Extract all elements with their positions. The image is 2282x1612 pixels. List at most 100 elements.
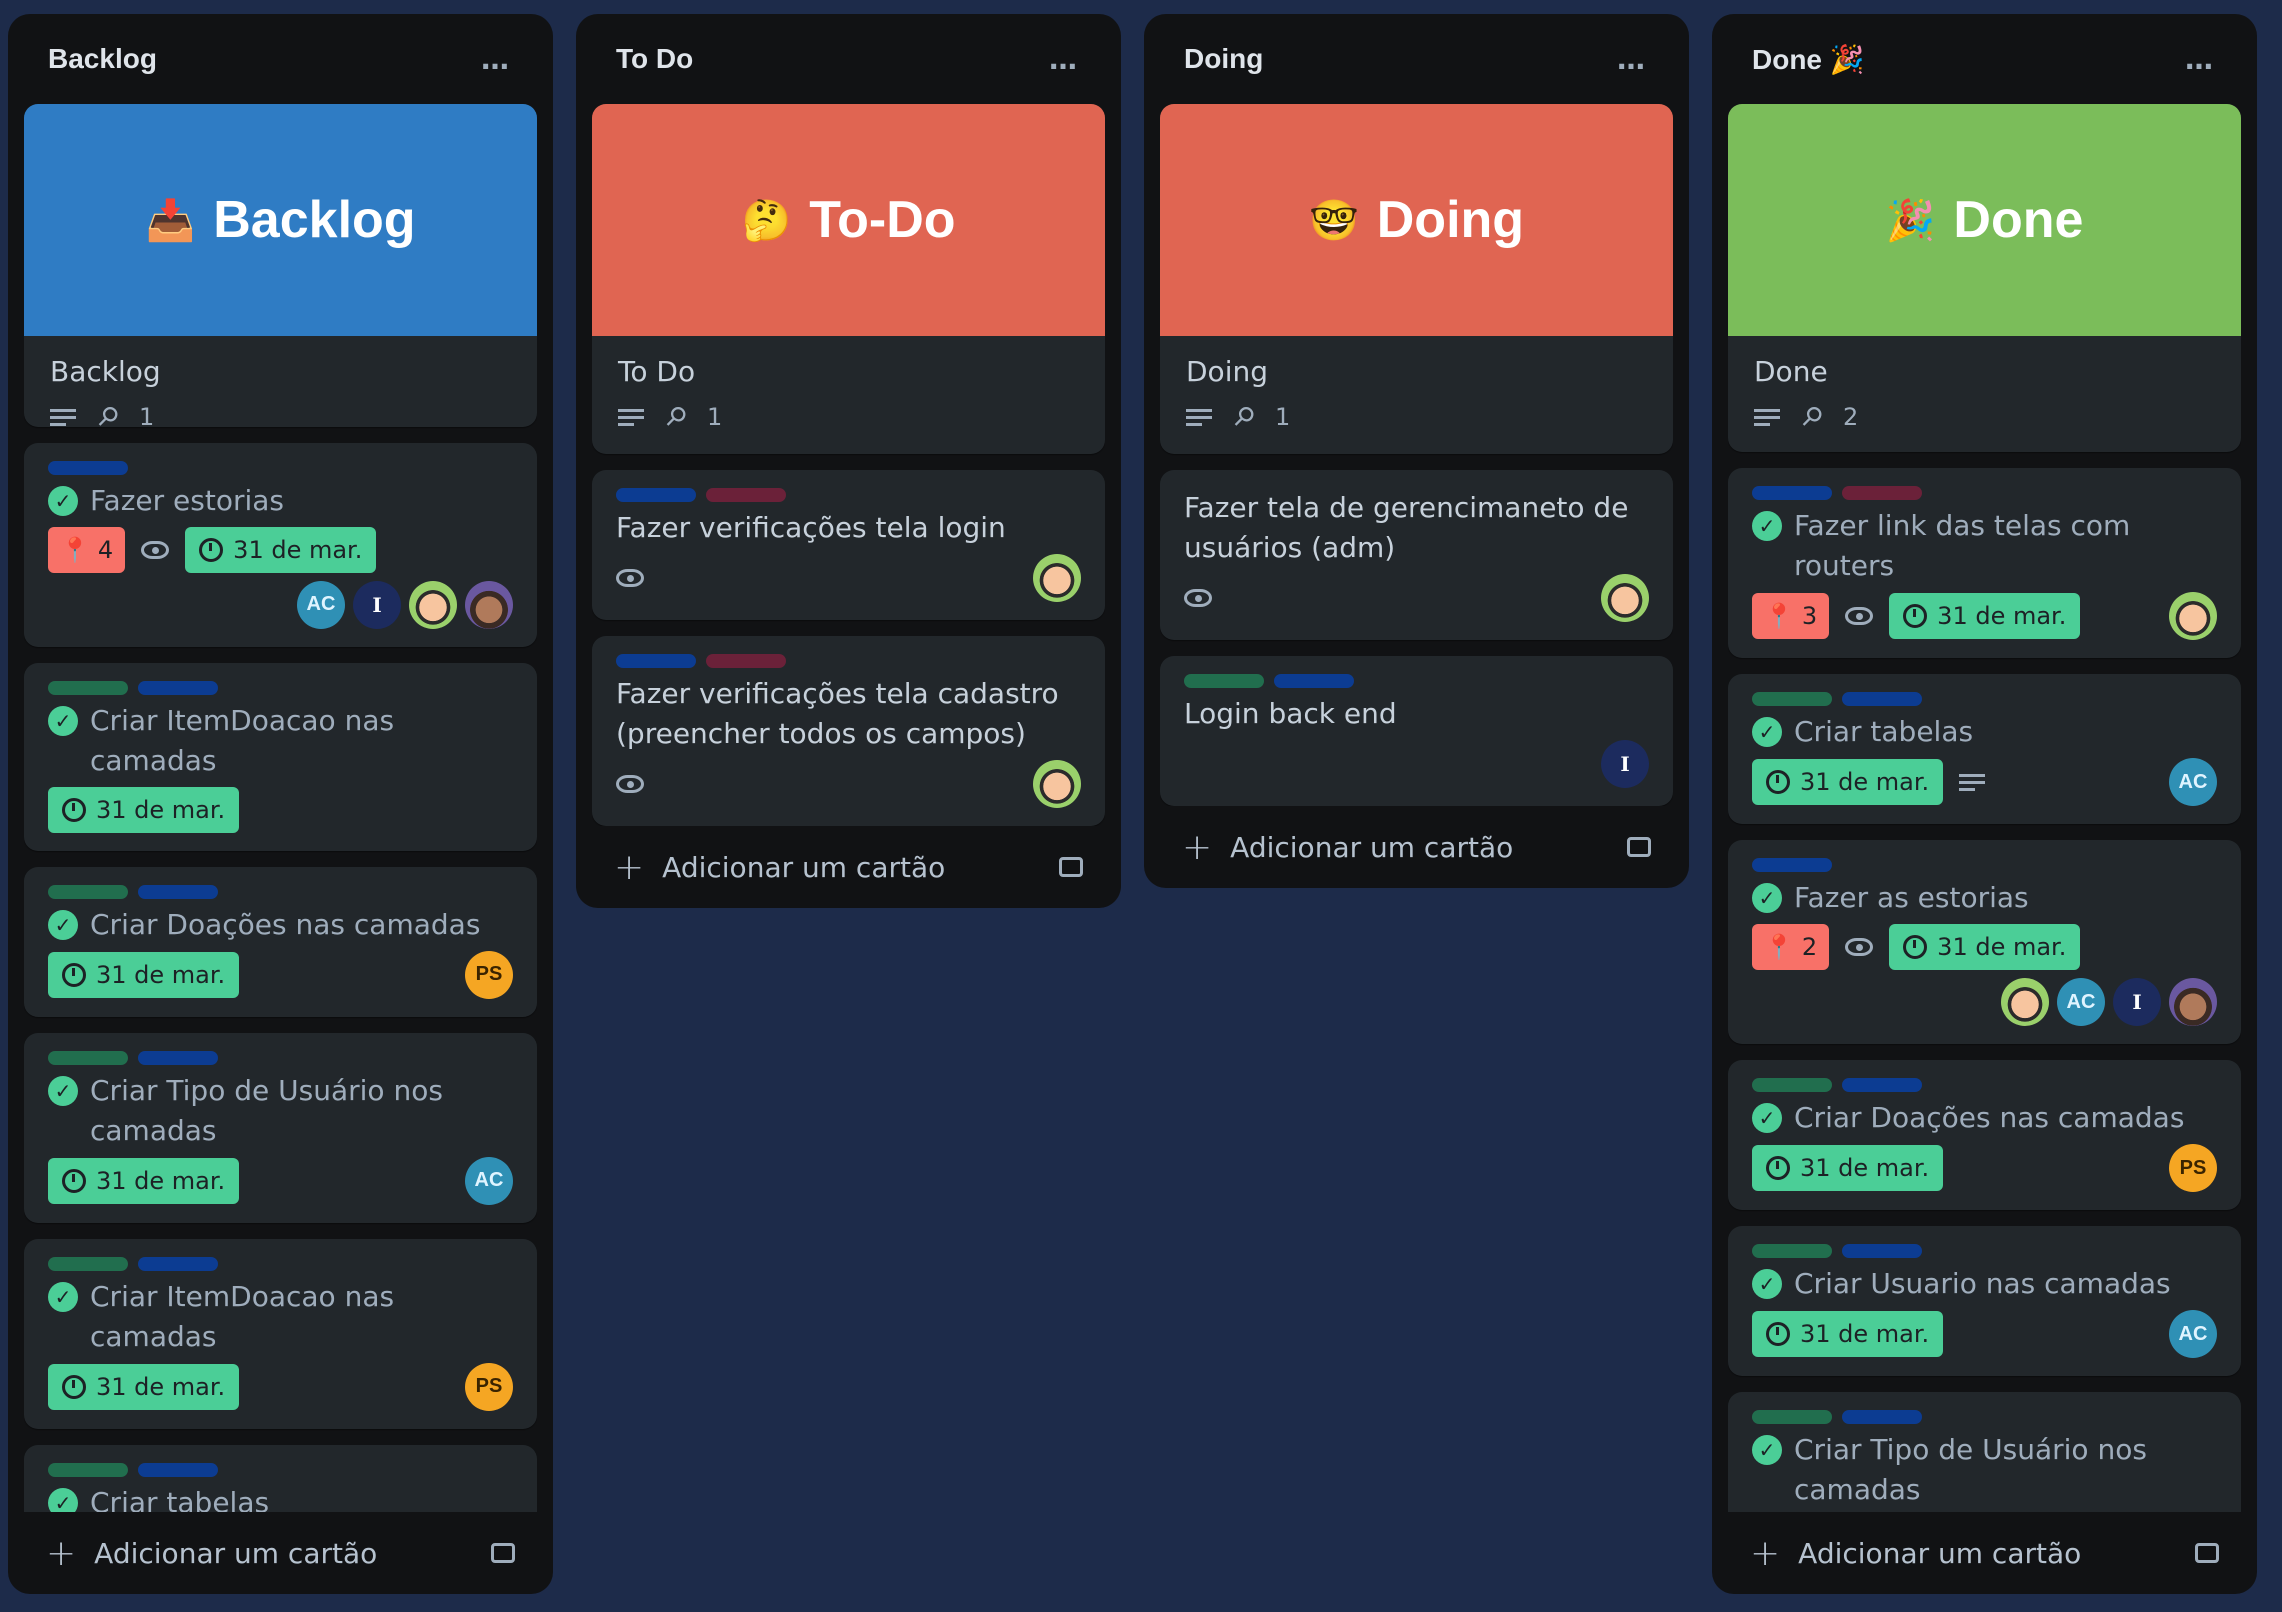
avatar[interactable]: I — [2113, 978, 2161, 1027]
avatar[interactable] — [2169, 978, 2217, 1027]
label-blue[interactable] — [1842, 1244, 1922, 1259]
label-blue[interactable] — [616, 488, 696, 502]
label-blue[interactable] — [1752, 486, 1832, 501]
due-date-badge[interactable]: 31 de mar. — [1889, 593, 2081, 640]
label-blue[interactable] — [1842, 692, 1922, 707]
label-blue[interactable] — [138, 1256, 218, 1271]
list-item[interactable]: Login back end I — [1160, 656, 1673, 806]
cover-card[interactable]: 🎉 Done Done ⚲ 2 — [1728, 104, 2241, 453]
due-date-badge[interactable]: 31 de mar. — [48, 786, 240, 833]
add-card-button[interactable]: + Adicionar um cartão — [24, 1512, 537, 1594]
label-green[interactable] — [48, 1050, 128, 1065]
avatar[interactable] — [465, 580, 513, 629]
list-item[interactable]: Fazer verificações tela login — [592, 470, 1105, 620]
cover-card[interactable]: 🤓 Doing Doing ⚲ 1 — [1160, 104, 1673, 454]
card-template-icon[interactable] — [1059, 857, 1083, 877]
check-complete-icon[interactable]: ✓ — [1752, 883, 1782, 914]
list-item[interactable]: ✓ Criar tabelas — [24, 1444, 537, 1512]
card-template-icon[interactable] — [2195, 1543, 2219, 1563]
cover-card[interactable]: 📥 Backlog Backlog ⚲ 1 — [24, 104, 537, 427]
check-complete-icon[interactable]: ✓ — [48, 909, 78, 940]
list-menu-icon[interactable]: … — [2185, 43, 2215, 76]
list-title[interactable]: Done 🎉 — [1752, 43, 1865, 76]
check-complete-icon[interactable]: ✓ — [48, 1075, 78, 1106]
list-menu-icon[interactable]: … — [1617, 43, 1647, 76]
avatar[interactable]: AC — [465, 1156, 513, 1205]
label-blue[interactable] — [1752, 858, 1832, 873]
list-title[interactable]: To Do — [616, 43, 693, 75]
list-item[interactable]: ✓ Criar ItemDoacao nas camadas 31 de mar… — [24, 662, 537, 851]
list-item[interactable]: ✓ Fazer as estorias 📍 2 31 de mar. AC I — [1728, 840, 2241, 1045]
avatar[interactable] — [2169, 592, 2217, 641]
list-item[interactable]: Fazer verificações tela cadastro (preenc… — [592, 636, 1105, 826]
list-title[interactable]: Doing — [1184, 43, 1263, 75]
list-item[interactable]: ✓ Criar ItemDoacao nas camadas 31 de mar… — [24, 1238, 537, 1429]
avatar[interactable] — [2001, 978, 2049, 1027]
avatar[interactable] — [1033, 760, 1081, 808]
label-blue[interactable] — [138, 884, 218, 899]
list-item[interactable]: ✓ Criar Doações nas camadas 31 de mar. P… — [24, 866, 537, 1017]
avatar[interactable]: I — [353, 580, 401, 629]
add-card-button[interactable]: + Adicionar um cartão — [1160, 806, 1673, 888]
label-blue[interactable] — [1842, 1410, 1922, 1425]
list-item[interactable]: ✓ Criar Tipo de Usuário nos camadas 31 d… — [24, 1032, 537, 1223]
label-blue[interactable] — [138, 1462, 218, 1477]
list-title[interactable]: Backlog — [48, 43, 157, 75]
due-date-badge[interactable]: 31 de mar. — [48, 1363, 240, 1410]
avatar[interactable]: AC — [2169, 758, 2217, 807]
check-complete-icon[interactable]: ✓ — [1752, 1435, 1782, 1466]
check-complete-icon[interactable]: ✓ — [48, 485, 78, 516]
due-date-badge[interactable]: 31 de mar. — [48, 951, 240, 998]
list-menu-icon[interactable]: … — [481, 43, 511, 76]
label-blue[interactable] — [138, 680, 218, 695]
list-item[interactable]: ✓ Fazer link das telas com routers 📍 3 31… — [1728, 468, 2241, 659]
label-blue[interactable] — [138, 1050, 218, 1065]
check-complete-icon[interactable]: ✓ — [1752, 717, 1782, 748]
label-blue[interactable] — [1274, 674, 1354, 688]
avatar[interactable] — [409, 580, 457, 629]
list-item[interactable]: ✓ Criar tabelas 31 de mar. AC — [1728, 674, 2241, 825]
label-blue[interactable] — [1842, 1078, 1922, 1093]
list-menu-icon[interactable]: … — [1049, 43, 1079, 76]
list-item[interactable]: ✓ Criar Tipo de Usuário nos camadas — [1728, 1392, 2241, 1512]
label-red[interactable] — [706, 654, 786, 668]
label-green[interactable] — [48, 884, 128, 899]
avatar[interactable]: AC — [2169, 1310, 2217, 1359]
list-item[interactable]: ✓ Fazer estorias 📍 4 31 de mar. AC I — [24, 442, 537, 647]
label-red[interactable] — [706, 488, 786, 502]
avatar[interactable]: AC — [297, 580, 345, 629]
avatar[interactable] — [1601, 574, 1649, 622]
label-green[interactable] — [1752, 1244, 1832, 1259]
label-green[interactable] — [48, 680, 128, 695]
avatar[interactable]: PS — [465, 950, 513, 999]
add-card-button[interactable]: + Adicionar um cartão — [1728, 1512, 2241, 1594]
due-date-badge[interactable]: 31 de mar. — [185, 526, 377, 573]
due-date-badge[interactable]: 31 de mar. — [1752, 1145, 1944, 1192]
check-complete-icon[interactable]: ✓ — [1752, 511, 1782, 542]
label-green[interactable] — [1752, 1410, 1832, 1425]
card-template-icon[interactable] — [491, 1543, 515, 1563]
add-card-button[interactable]: + Adicionar um cartão — [592, 826, 1105, 908]
due-date-badge[interactable]: 31 de mar. — [1752, 759, 1944, 806]
label-blue[interactable] — [48, 460, 128, 475]
label-green[interactable] — [48, 1256, 128, 1271]
check-complete-icon[interactable]: ✓ — [1752, 1103, 1782, 1134]
due-date-badge[interactable]: 31 de mar. — [1889, 924, 2081, 971]
list-item[interactable]: Fazer tela de gerencimaneto de usuários … — [1160, 470, 1673, 640]
avatar[interactable]: PS — [465, 1362, 513, 1411]
cover-card[interactable]: 🤔 To-Do To Do ⚲ 1 — [592, 104, 1105, 454]
label-green[interactable] — [48, 1462, 128, 1477]
label-green[interactable] — [1752, 1078, 1832, 1093]
list-item[interactable]: ✓ Criar Doações nas camadas 31 de mar. P… — [1728, 1060, 2241, 1211]
avatar[interactable] — [1033, 554, 1081, 602]
list-item[interactable]: ✓ Criar Usuario nas camadas 31 de mar. A… — [1728, 1226, 2241, 1377]
card-template-icon[interactable] — [1627, 837, 1651, 857]
label-red[interactable] — [1842, 486, 1922, 501]
label-blue[interactable] — [616, 654, 696, 668]
check-complete-icon[interactable]: ✓ — [48, 1281, 78, 1312]
due-date-badge[interactable]: 31 de mar. — [1752, 1311, 1944, 1358]
check-complete-icon[interactable]: ✓ — [1752, 1269, 1782, 1300]
label-green[interactable] — [1184, 674, 1264, 688]
due-date-badge[interactable]: 31 de mar. — [48, 1157, 240, 1204]
label-green[interactable] — [1752, 692, 1832, 707]
